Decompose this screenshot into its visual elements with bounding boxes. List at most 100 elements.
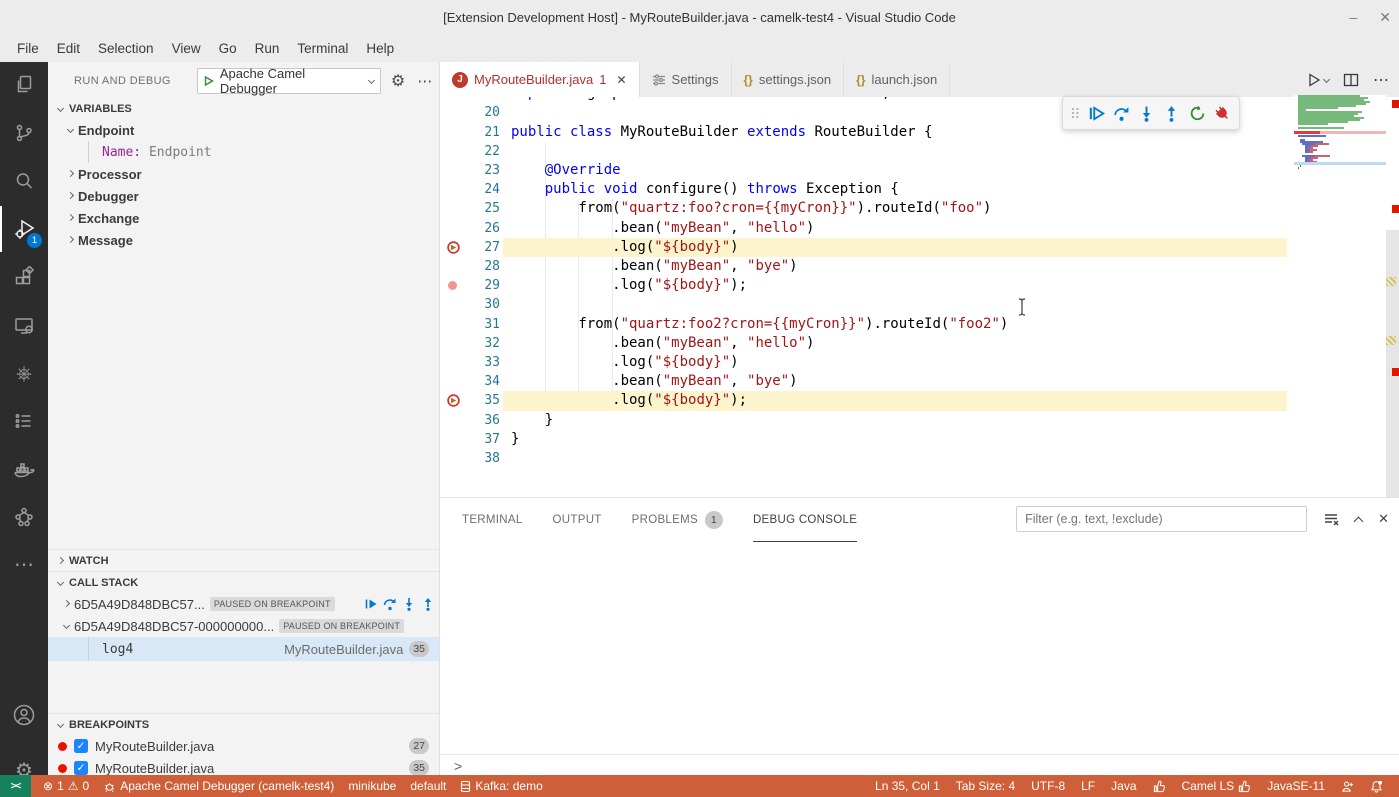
code-line-35[interactable]: 35 .log("${body}"); <box>440 391 1294 410</box>
code-line-30[interactable]: 30 <box>440 295 1294 314</box>
line-number[interactable]: 30 <box>440 295 500 314</box>
line-number[interactable]: 24 <box>440 180 500 199</box>
minimize-icon[interactable]: – <box>1349 9 1357 25</box>
configure-gear-icon[interactable]: ⚙ <box>391 71 405 91</box>
code-line-26[interactable]: 26 .bean("myBean", "hello") <box>440 219 1294 238</box>
variable-debugger[interactable]: Debugger <box>48 185 439 207</box>
search-icon[interactable] <box>0 158 48 204</box>
line-number[interactable]: 20 <box>440 103 500 122</box>
code-line-32[interactable]: 32 .bean("myBean", "hello") <box>440 334 1294 353</box>
editor-scrollbar[interactable] <box>1386 97 1399 497</box>
tab-debug-console[interactable]: DEBUG CONSOLE <box>753 498 857 542</box>
tab-myroutebuilder[interactable]: J MyRouteBuilder.java 1 ✕ <box>440 62 640 97</box>
docker-icon[interactable] <box>0 447 48 493</box>
call-stack-section-header[interactable]: CALL STACK <box>48 571 439 593</box>
breakpoints-section-header[interactable]: BREAKPOINTS <box>48 713 439 735</box>
call-stack-frame-log4[interactable]: log4 MyRouteBuilder.java 35 <box>48 637 439 661</box>
code-line-23[interactable]: 23 @Override <box>440 161 1294 180</box>
line-number[interactable]: 31 <box>440 315 500 334</box>
eol-status[interactable]: LF <box>1075 779 1101 793</box>
extensions-icon[interactable] <box>0 255 48 301</box>
step-into-button[interactable] <box>1136 100 1157 126</box>
more-actions-icon[interactable]: ⋯ <box>1373 70 1389 90</box>
line-number[interactable]: 27 <box>440 238 500 257</box>
cursor-position[interactable]: Ln 35, Col 1 <box>869 779 946 793</box>
kafka-status[interactable]: Kafka: demo <box>454 779 548 793</box>
variable-processor[interactable]: Processor <box>48 163 439 185</box>
step-out-icon[interactable] <box>421 597 435 611</box>
source-control-icon[interactable] <box>0 110 48 156</box>
variable-endpoint[interactable]: Endpoint <box>48 119 439 141</box>
close-icon[interactable]: ✕ <box>1379 9 1391 26</box>
breakpoint-checkbox[interactable]: ✓ <box>74 761 88 775</box>
launch-config-select[interactable]: Apache Camel Debugger <box>197 68 381 94</box>
line-number[interactable]: 32 <box>440 334 500 353</box>
code-line-24[interactable]: 24 public void configure() throws Except… <box>440 180 1294 199</box>
code-line-34[interactable]: 34 .bean("myBean", "bye") <box>440 372 1294 391</box>
line-number[interactable]: 33 <box>440 353 500 372</box>
kubernetes-icon[interactable]: ⎈ <box>0 351 48 397</box>
camel-ls-status[interactable]: Camel LS <box>1176 779 1258 793</box>
debugger-status[interactable]: Apache Camel Debugger (camelk-test4) <box>97 779 340 793</box>
variable-endpoint-name[interactable]: Name: Endpoint <box>48 141 439 163</box>
variables-section-header[interactable]: VARIABLES <box>48 98 439 120</box>
debug-console-filter-input[interactable] <box>1016 506 1307 532</box>
feedback-icon[interactable] <box>1335 780 1360 793</box>
tab-settings[interactable]: Settings <box>640 62 732 97</box>
breakpoint-checkbox[interactable]: ✓ <box>74 739 88 753</box>
close-icon[interactable]: ✕ <box>616 73 626 87</box>
notifications-bell-icon[interactable] <box>1364 780 1389 793</box>
menu-go[interactable]: Go <box>210 37 246 60</box>
toolbar-drag-handle[interactable] <box>1069 105 1081 121</box>
disconnect-button[interactable] <box>1212 100 1233 126</box>
minimap[interactable] <box>1294 95 1386 497</box>
encoding-status[interactable]: UTF-8 <box>1025 779 1071 793</box>
indentation-status[interactable]: Tab Size: 4 <box>950 779 1021 793</box>
explorer-icon[interactable] <box>0 62 48 108</box>
jdk-status[interactable]: JavaSE-11 <box>1261 779 1331 793</box>
line-number[interactable]: 34 <box>440 372 500 391</box>
code-line-38[interactable]: 38 <box>440 449 1294 468</box>
code-line-22[interactable]: 22 <box>440 142 1294 161</box>
variable-exchange[interactable]: Exchange <box>48 207 439 229</box>
step-over-icon[interactable] <box>383 597 397 611</box>
restart-button[interactable] <box>1186 100 1207 126</box>
clear-console-icon[interactable] <box>1323 511 1339 527</box>
line-number[interactable]: 25 <box>440 199 500 218</box>
line-number[interactable]: 29 <box>440 276 500 295</box>
tab-launch-json[interactable]: {} launch.json <box>844 62 950 97</box>
tab-settings-json[interactable]: {} settings.json <box>732 62 845 97</box>
menu-edit[interactable]: Edit <box>48 37 89 60</box>
scrollbar-thumb[interactable] <box>1386 230 1399 497</box>
code-line-27[interactable]: 27 .log("${body}") <box>440 238 1294 257</box>
code-line-37[interactable]: 37} <box>440 430 1294 449</box>
code-line-28[interactable]: 28 .bean("myBean", "bye") <box>440 257 1294 276</box>
line-number[interactable]: 21 <box>440 123 500 142</box>
line-number[interactable]: 35 <box>440 391 500 410</box>
code-line-25[interactable]: 25 from("quartz:foo?cron={{myCron}}").ro… <box>440 199 1294 218</box>
watch-section-header[interactable]: WATCH <box>48 549 439 571</box>
kafka-cluster-icon[interactable] <box>0 494 48 540</box>
close-panel-icon[interactable]: ✕ <box>1378 511 1389 527</box>
line-number[interactable]: 36 <box>440 411 500 430</box>
menu-view[interactable]: View <box>163 37 210 60</box>
account-icon[interactable] <box>0 692 48 738</box>
line-number[interactable]: 23 <box>440 161 500 180</box>
more-views-icon[interactable]: ⋯ <box>0 542 48 588</box>
breakpoint-row-27[interactable]: ✓ MyRouteBuilder.java 27 <box>48 735 439 757</box>
test-explorer-icon[interactable] <box>0 398 48 444</box>
call-stack-thread-1[interactable]: 6D5A49D848DBC57... PAUSED ON BREAKPOINT <box>48 593 439 615</box>
namespace-status[interactable]: default <box>404 779 452 793</box>
call-stack-thread-2[interactable]: 6D5A49D848DBC57-000000000... PAUSED ON B… <box>48 615 439 637</box>
tab-terminal[interactable]: TERMINAL <box>462 498 523 542</box>
line-number[interactable]: 26 <box>440 219 500 238</box>
run-and-debug-icon[interactable]: 1 <box>0 206 48 252</box>
minikube-status[interactable]: minikube <box>342 779 402 793</box>
language-server-thumbsup-icon[interactable] <box>1147 780 1172 793</box>
continue-icon[interactable] <box>364 597 378 611</box>
run-java-button[interactable] <box>1306 72 1329 88</box>
line-number[interactable]: 22 <box>440 142 500 161</box>
line-number[interactable]: 38 <box>440 449 500 468</box>
remote-explorer-icon[interactable] <box>0 303 48 349</box>
menu-terminal[interactable]: Terminal <box>288 37 357 60</box>
